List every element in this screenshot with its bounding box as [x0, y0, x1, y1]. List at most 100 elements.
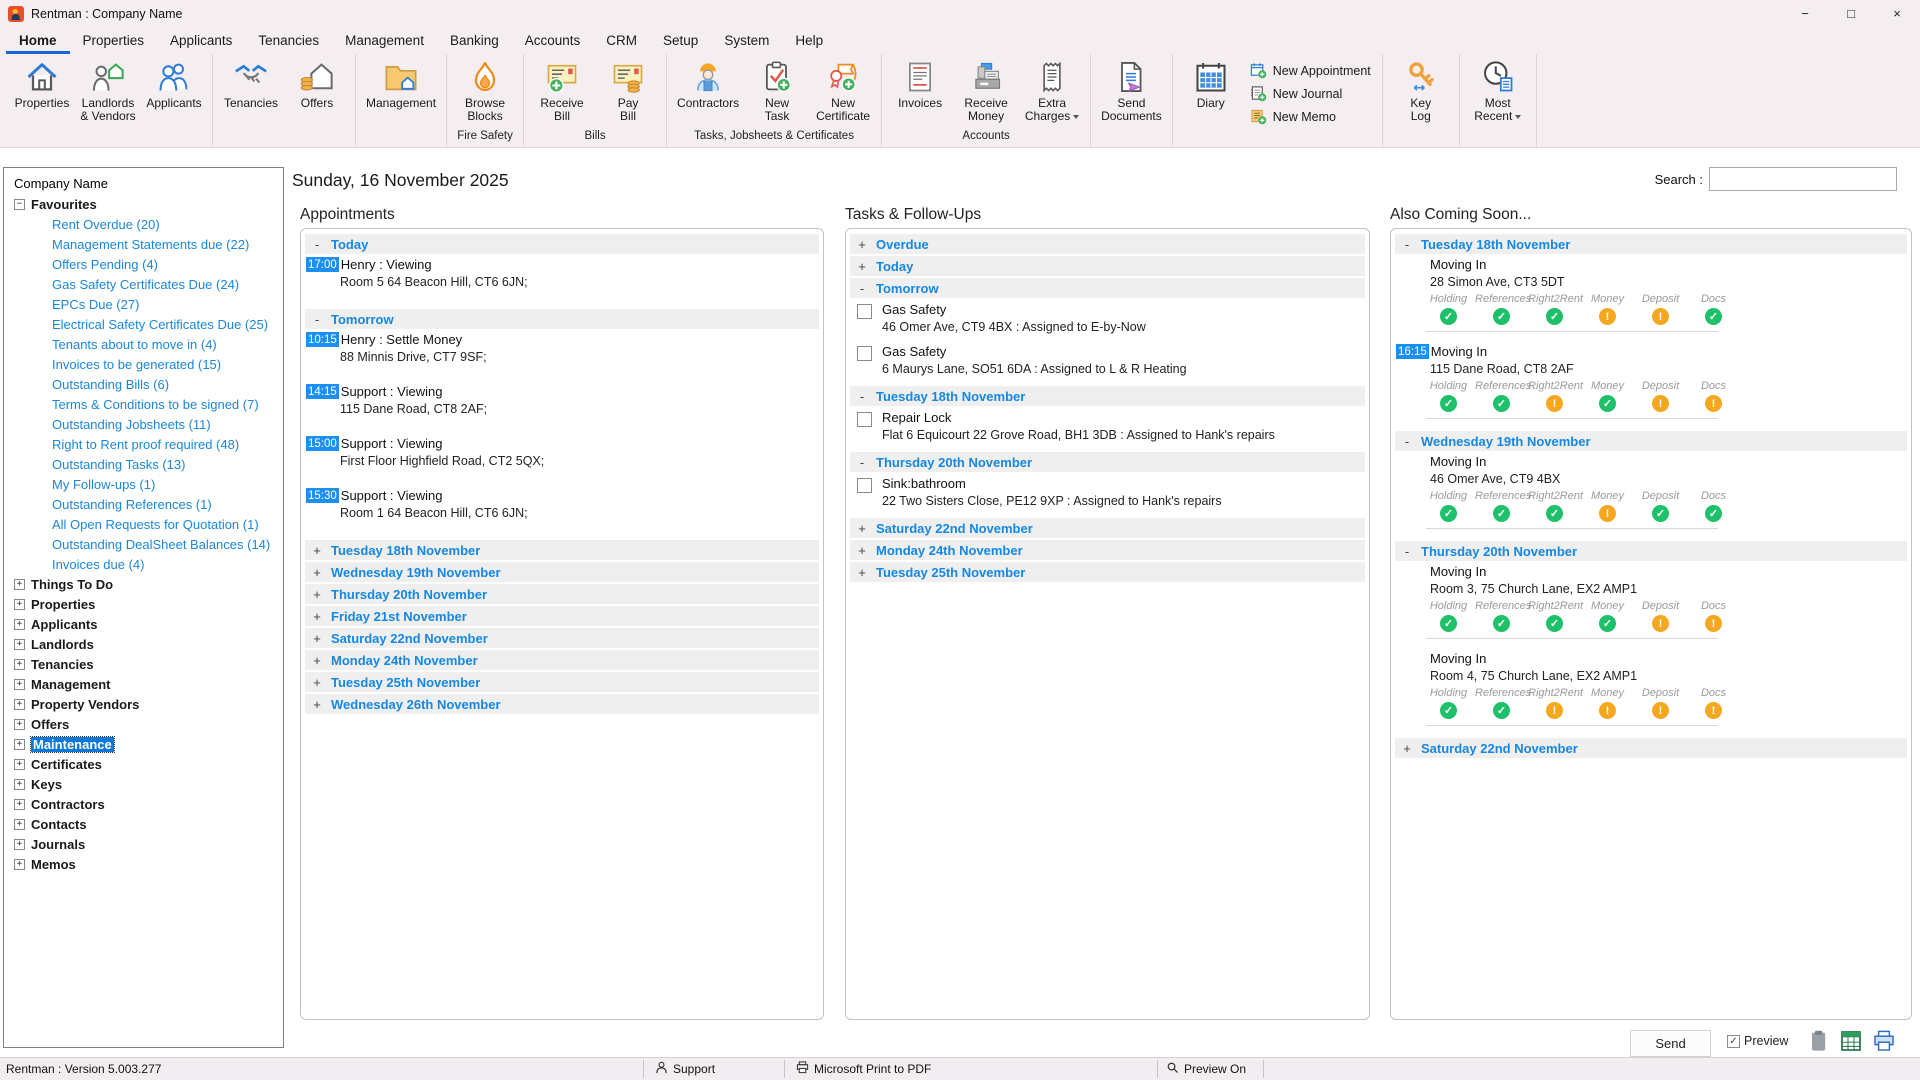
- preview-toggle[interactable]: ✓ Preview: [1727, 1034, 1788, 1048]
- sidebar-item-tenancies[interactable]: +Tenancies: [12, 654, 283, 674]
- section-header-tomorrow[interactable]: -Tomorrow: [305, 309, 819, 329]
- expand-icon[interactable]: +: [850, 565, 874, 580]
- expand-icon[interactable]: +: [14, 619, 25, 630]
- section-header-wednesday-19th-november[interactable]: -Wednesday 19th November: [1395, 431, 1907, 451]
- ribbon-button-diary[interactable]: Diary: [1178, 54, 1244, 130]
- ribbon-button-properties[interactable]: Properties: [9, 54, 75, 130]
- collapse-icon[interactable]: -: [1395, 237, 1419, 252]
- close-button[interactable]: ×: [1874, 0, 1920, 27]
- expand-icon[interactable]: +: [14, 739, 25, 750]
- section-header-wednesday-26th-november[interactable]: +Wednesday 26th November: [305, 694, 819, 714]
- export-excel-icon[interactable]: [1839, 1029, 1863, 1053]
- menu-item-tenancies[interactable]: Tenancies: [245, 27, 332, 54]
- task-item[interactable]: Gas Safety46 Omer Ave, CT9 4BX : Assigne…: [857, 302, 1366, 334]
- section-header-tuesday-25th-november[interactable]: +Tuesday 25th November: [850, 562, 1365, 582]
- expand-icon[interactable]: +: [14, 639, 25, 650]
- ribbon-button-extra-charges[interactable]: ExtraCharges: [1019, 54, 1085, 130]
- appointment-item[interactable]: 10:15Henry : Settle Money88 Minnis Drive…: [306, 332, 820, 364]
- sidebar-item-properties[interactable]: +Properties: [12, 594, 283, 614]
- moving-in-item[interactable]: 16:15Moving In115 Dane Road, CT8 2AFHold…: [1396, 344, 1908, 419]
- moving-in-item[interactable]: Moving In46 Omer Ave, CT9 4BXHolding✓Ref…: [1396, 454, 1908, 529]
- ribbon-button-pay-bill[interactable]: PayBill: [595, 54, 661, 130]
- expand-icon[interactable]: +: [14, 579, 25, 590]
- collapse-icon[interactable]: -: [850, 389, 874, 404]
- task-checkbox[interactable]: [857, 304, 872, 319]
- task-checkbox[interactable]: [857, 478, 872, 493]
- ribbon-button-contractors[interactable]: Contractors: [672, 54, 744, 130]
- ribbon-button-receive-bill[interactable]: ReceiveBill: [529, 54, 595, 130]
- expand-icon[interactable]: +: [1395, 741, 1419, 756]
- expand-icon[interactable]: +: [14, 799, 25, 810]
- sidebar-item-electrical-safety-certificates-due[interactable]: Electrical Safety Certificates Due (25): [12, 314, 283, 334]
- ribbon-button-new-appointment[interactable]: New Appointment: [1250, 61, 1371, 80]
- expand-icon[interactable]: +: [14, 659, 25, 670]
- sidebar-item-gas-safety-certificates-due[interactable]: Gas Safety Certificates Due (24): [12, 274, 283, 294]
- section-header-tuesday-25th-november[interactable]: +Tuesday 25th November: [305, 672, 819, 692]
- ribbon-button-most-recent[interactable]: MostRecent: [1465, 54, 1531, 130]
- preview-checkbox[interactable]: ✓: [1727, 1035, 1740, 1048]
- sidebar-item-property-vendors[interactable]: +Property Vendors: [12, 694, 283, 714]
- ribbon-button-browse-blocks[interactable]: BrowseBlocks: [452, 54, 518, 130]
- search-input[interactable]: [1709, 167, 1897, 191]
- print-icon[interactable]: [1872, 1029, 1896, 1053]
- moving-in-item[interactable]: Moving InRoom 4, 75 Church Lane, EX2 AMP…: [1396, 651, 1908, 726]
- section-header-thursday-20th-november[interactable]: +Thursday 20th November: [305, 584, 819, 604]
- menu-item-applicants[interactable]: Applicants: [157, 27, 245, 54]
- moving-in-item[interactable]: Moving In28 Simon Ave, CT3 5DTHolding✓Re…: [1396, 257, 1908, 332]
- section-header-saturday-22nd-november[interactable]: +Saturday 22nd November: [305, 628, 819, 648]
- sidebar-item-rent-overdue[interactable]: Rent Overdue (20): [12, 214, 283, 234]
- menu-item-home[interactable]: Home: [6, 27, 70, 54]
- menu-item-crm[interactable]: CRM: [593, 27, 650, 54]
- sidebar-item-outstanding-dealsheet-balances[interactable]: Outstanding DealSheet Balances (14): [12, 534, 283, 554]
- ribbon-button-landlords-vendors[interactable]: Landlords& Vendors: [75, 54, 141, 130]
- menu-item-setup[interactable]: Setup: [650, 27, 711, 54]
- task-checkbox[interactable]: [857, 346, 872, 361]
- sidebar-item-journals[interactable]: +Journals: [12, 834, 283, 854]
- ribbon-button-new-task[interactable]: NewTask: [744, 54, 810, 130]
- collapse-icon[interactable]: -: [850, 455, 874, 470]
- expand-icon[interactable]: +: [14, 839, 25, 850]
- sidebar-item-things-to-do[interactable]: +Things To Do: [12, 574, 283, 594]
- section-header-friday-21st-november[interactable]: +Friday 21st November: [305, 606, 819, 626]
- sidebar-item-landlords[interactable]: +Landlords: [12, 634, 283, 654]
- sidebar-item-outstanding-bills[interactable]: Outstanding Bills (6): [12, 374, 283, 394]
- sidebar-item-offers[interactable]: +Offers: [12, 714, 283, 734]
- menu-item-banking[interactable]: Banking: [437, 27, 512, 54]
- section-header-saturday-22nd-november[interactable]: +Saturday 22nd November: [1395, 738, 1907, 758]
- expand-icon[interactable]: +: [305, 565, 329, 580]
- expand-icon[interactable]: +: [14, 819, 25, 830]
- menu-item-properties[interactable]: Properties: [70, 27, 158, 54]
- section-header-saturday-22nd-november[interactable]: +Saturday 22nd November: [850, 518, 1365, 538]
- ribbon-button-key-log[interactable]: KeyLog: [1388, 54, 1454, 130]
- expand-icon[interactable]: +: [305, 609, 329, 624]
- ribbon-button-offers[interactable]: Offers: [284, 54, 350, 130]
- section-header-monday-24th-november[interactable]: +Monday 24th November: [305, 650, 819, 670]
- collapse-icon[interactable]: -: [1395, 544, 1419, 559]
- sidebar-item-certificates[interactable]: +Certificates: [12, 754, 283, 774]
- minimize-button[interactable]: −: [1782, 0, 1828, 27]
- section-header-tuesday-18th-november[interactable]: -Tuesday 18th November: [850, 386, 1365, 406]
- sidebar-item-management[interactable]: +Management: [12, 674, 283, 694]
- section-header-thursday-20th-november[interactable]: -Thursday 20th November: [1395, 541, 1907, 561]
- expand-icon[interactable]: +: [850, 521, 874, 536]
- section-header-tomorrow[interactable]: -Tomorrow: [850, 278, 1365, 298]
- appointment-item[interactable]: 15:00Support : ViewingFirst Floor Highfi…: [306, 436, 820, 468]
- expand-icon[interactable]: +: [305, 543, 329, 558]
- expand-icon[interactable]: +: [14, 779, 25, 790]
- sidebar-item-outstanding-tasks[interactable]: Outstanding Tasks (13): [12, 454, 283, 474]
- sidebar-item-applicants[interactable]: +Applicants: [12, 614, 283, 634]
- expand-icon[interactable]: +: [850, 237, 874, 252]
- sidebar-item-memos[interactable]: +Memos: [12, 854, 283, 874]
- maximize-button[interactable]: □: [1828, 0, 1874, 27]
- printer-status[interactable]: Microsoft Print to PDF: [796, 1058, 931, 1080]
- ribbon-button-new-memo[interactable]: New Memo: [1250, 107, 1371, 126]
- sidebar-item-contacts[interactable]: +Contacts: [12, 814, 283, 834]
- sidebar-item-invoices-to-be-generated[interactable]: Invoices to be generated (15): [12, 354, 283, 374]
- sidebar-item-invoices-due[interactable]: Invoices due (4): [12, 554, 283, 574]
- section-header-overdue[interactable]: +Overdue: [850, 234, 1365, 254]
- section-header-thursday-20th-november[interactable]: -Thursday 20th November: [850, 452, 1365, 472]
- tree-node-favourites[interactable]: −Favourites: [12, 194, 283, 214]
- ribbon-button-new-certificate[interactable]: NewCertificate: [810, 54, 876, 130]
- support-status[interactable]: Support: [655, 1058, 715, 1080]
- expand-icon[interactable]: +: [305, 675, 329, 690]
